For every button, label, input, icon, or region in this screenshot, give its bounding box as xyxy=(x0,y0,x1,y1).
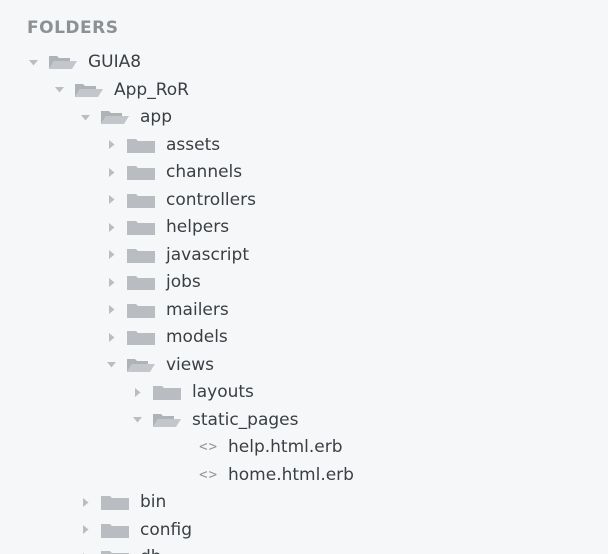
folder-item[interactable]: app xyxy=(80,103,172,131)
folders-header: FOLDERS xyxy=(27,18,119,38)
tree-item-label: mailers xyxy=(166,299,229,320)
tree-item-label: channels xyxy=(166,162,243,182)
tree-item-label: config xyxy=(140,519,193,540)
folder-icon xyxy=(126,190,156,210)
tree-item-label: App_RoR xyxy=(114,79,189,100)
folder-icon xyxy=(100,547,130,554)
folder-item[interactable]: controllers xyxy=(106,186,256,214)
disclosure-expanded-icon[interactable] xyxy=(80,103,91,131)
code-file-icon: <> xyxy=(199,466,218,483)
disclosure-collapsed-icon[interactable] xyxy=(106,131,117,159)
disclosure-collapsed-icon[interactable] xyxy=(106,323,117,351)
tree-item-label: assets xyxy=(166,134,221,155)
folder-item[interactable]: assets xyxy=(106,131,220,159)
folder-item[interactable]: config xyxy=(80,516,192,544)
folder-icon xyxy=(126,162,156,182)
tree-item-label: help.html.erb xyxy=(228,437,343,457)
tree-item-label: views xyxy=(166,354,215,375)
folder-item[interactable]: views xyxy=(106,351,214,379)
tree-item-label: home.html.erb xyxy=(228,464,354,485)
folder-icon xyxy=(126,300,156,320)
folder-icon xyxy=(100,492,130,512)
disclosure-collapsed-icon[interactable] xyxy=(106,186,117,214)
disclosure-collapsed-icon[interactable] xyxy=(106,241,117,269)
tree-item-label: app xyxy=(140,107,172,127)
disclosure-collapsed-icon[interactable] xyxy=(106,158,117,186)
folder-item[interactable]: App_RoR xyxy=(54,76,189,104)
disclosure-expanded-icon[interactable] xyxy=(132,406,143,434)
folders-sidebar: FOLDERS GUIA8 App_RoRapp assets channels con… xyxy=(0,0,608,554)
folder-icon xyxy=(126,135,156,155)
file-item[interactable]: <> help.html.erb xyxy=(182,433,343,461)
folder-item[interactable]: layouts xyxy=(132,378,254,406)
folder-open-icon xyxy=(152,410,182,430)
folder-icon xyxy=(126,272,156,292)
tree-item-label: helpers xyxy=(166,217,230,237)
tree-item-label: db xyxy=(140,547,162,554)
disclosure-collapsed-icon[interactable] xyxy=(80,516,91,544)
folder-item[interactable]: javascript xyxy=(106,241,249,269)
folder-item[interactable]: channels xyxy=(106,158,242,186)
folder-item[interactable]: GUIA8 xyxy=(28,48,141,76)
tree-item-label: GUIA8 xyxy=(88,52,142,72)
tree-item-label: bin xyxy=(140,492,167,512)
tree-item-label: jobs xyxy=(166,272,201,292)
folder-item[interactable]: bin xyxy=(80,488,166,516)
folder-item[interactable]: static_pages xyxy=(132,406,299,434)
tree-item-label: controllers xyxy=(166,189,256,210)
file-item[interactable]: <> home.html.erb xyxy=(182,461,354,489)
disclosure-expanded-icon[interactable] xyxy=(54,76,65,104)
disclosure-collapsed-icon[interactable] xyxy=(80,543,91,554)
code-file-icon: <> xyxy=(199,439,218,455)
disclosure-collapsed-icon[interactable] xyxy=(80,488,91,516)
folder-icon xyxy=(152,382,182,402)
folder-open-icon xyxy=(48,52,78,72)
disclosure-expanded-icon[interactable] xyxy=(28,48,39,76)
folder-item[interactable]: helpers xyxy=(106,213,229,241)
disclosure-expanded-icon[interactable] xyxy=(106,351,117,379)
folder-icon xyxy=(126,217,156,237)
tree-item-label: layouts xyxy=(192,382,254,402)
folder-open-icon xyxy=(100,107,130,127)
folder-item[interactable]: mailers xyxy=(106,296,229,324)
folder-icon xyxy=(126,327,156,347)
tree-item-label: javascript xyxy=(166,244,249,265)
folder-icon xyxy=(126,245,156,265)
tree-item-label: models xyxy=(166,327,228,347)
disclosure-collapsed-icon[interactable] xyxy=(106,296,117,324)
folder-open-icon xyxy=(74,80,104,100)
folder-item[interactable]: models xyxy=(106,323,228,351)
disclosure-collapsed-icon[interactable] xyxy=(132,378,143,406)
disclosure-collapsed-icon[interactable] xyxy=(106,213,117,241)
tree-item-label: static_pages xyxy=(192,409,299,430)
disclosure-collapsed-icon[interactable] xyxy=(106,268,117,296)
folder-open-icon xyxy=(126,355,156,375)
folder-item[interactable]: jobs xyxy=(106,268,201,296)
folder-item[interactable]: db xyxy=(80,543,162,554)
folder-icon xyxy=(100,520,130,540)
